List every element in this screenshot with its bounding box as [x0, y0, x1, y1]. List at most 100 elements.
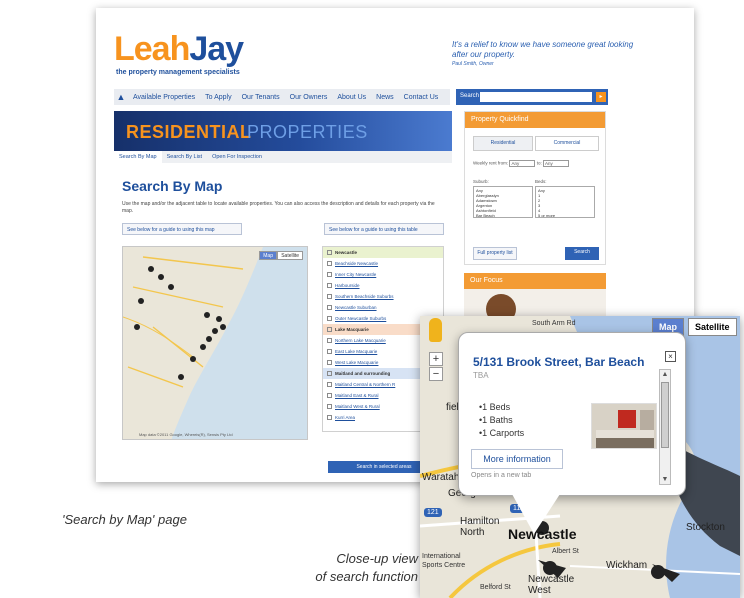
area-group-header[interactable]: Newcastle	[323, 247, 443, 258]
listbox-option[interactable]: 5 or more	[538, 213, 592, 218]
area-checkbox[interactable]	[327, 316, 332, 321]
scroll-down-arrow-icon[interactable]: ▼	[660, 476, 670, 483]
banner-title-light: PROPERTIES	[247, 122, 368, 142]
label-hamilton-north: Hamilton North	[460, 516, 500, 538]
nav-our-owners[interactable]: Our Owners	[285, 94, 333, 101]
area-checkbox[interactable]	[327, 283, 332, 288]
quickfind-tab-commercial[interactable]: Commercial	[535, 136, 599, 151]
more-information-button[interactable]: More information	[471, 449, 563, 469]
area-list-item[interactable]: Inner City Newcastle	[323, 269, 443, 280]
site-search-input[interactable]	[480, 92, 592, 102]
site-search-go-icon[interactable]: ▸	[596, 92, 606, 102]
area-checkbox[interactable]	[327, 415, 332, 420]
label-wickham: Wickham	[606, 560, 648, 571]
zoom-in-button[interactable]: +	[429, 352, 443, 366]
beds-label: Beds:	[535, 179, 547, 184]
feature-baths: 1 Baths	[479, 414, 524, 427]
site-header: LeahJay the property management speciali…	[96, 8, 694, 84]
logo-tagline: the property management specialists	[116, 69, 240, 76]
area-list-item[interactable]: Harbourside	[323, 280, 443, 291]
area-checkbox[interactable]	[327, 360, 332, 365]
site-search-label: Search	[460, 93, 480, 99]
nav-our-tenants[interactable]: Our Tenants	[237, 94, 285, 101]
page-title: Search By Map	[122, 178, 223, 194]
area-label: Northern Lake Macquarie	[335, 338, 386, 343]
label-newcastle-west: Newcastle West	[528, 574, 575, 596]
property-quickfind: Property Quickfind Residential Commercia…	[464, 111, 606, 265]
nav-available-properties[interactable]: Available Properties	[128, 94, 200, 101]
area-checkbox[interactable]	[327, 261, 332, 266]
rent-from-select[interactable]: Any	[509, 160, 536, 167]
kitchen-photo	[592, 404, 656, 448]
nav-contact-us[interactable]: Contact Us	[399, 94, 444, 101]
home-icon[interactable]: ▲	[114, 89, 128, 105]
area-checkbox[interactable]	[327, 371, 332, 376]
listbox-option[interactable]: Bar Beach	[476, 213, 530, 218]
area-checkbox[interactable]	[327, 338, 332, 343]
close-icon[interactable]: ×	[665, 351, 676, 362]
quickfind-search-button[interactable]: Search	[565, 247, 599, 260]
sub-tabs: Search By Map Search By List Open For In…	[114, 151, 452, 163]
guide-table-button[interactable]: See below for a guide to using this tabl…	[324, 223, 444, 235]
rent-row: Weekly rent from: Any to: Any	[473, 160, 569, 167]
area-checkbox[interactable]	[327, 404, 332, 409]
area-checkbox[interactable]	[327, 382, 332, 387]
property-info-popup: 5/131 Brook Street, Bar Beach TBA × 1 Be…	[458, 332, 686, 496]
logo[interactable]: LeahJay	[114, 32, 244, 66]
property-price: TBA	[473, 371, 489, 380]
label-albert-st: Albert St	[552, 548, 579, 555]
scroll-up-arrow-icon[interactable]: ▲	[660, 371, 670, 378]
tab-open-for-inspection[interactable]: Open For Inspection	[207, 151, 267, 163]
guide-map-button[interactable]: See below for a guide to using this map	[122, 223, 242, 235]
map-type-satellite-button[interactable]: Satellite	[277, 251, 303, 260]
search-map[interactable]: Map Satellite Map data ©2011 Google, Whe…	[122, 246, 308, 440]
area-label: Newcastle Suburban	[335, 305, 377, 310]
area-list-item[interactable]: Southern Beachside Suburbs	[323, 291, 443, 302]
testimonial-author: Paul Smith, Owner	[452, 61, 494, 67]
full-property-list-button[interactable]: Full property list	[473, 247, 517, 260]
nav-about-us[interactable]: About Us	[332, 94, 371, 101]
area-label: Beachside Newcastle	[335, 261, 379, 266]
popup-scrollbar[interactable]: ▲ ▼	[659, 369, 671, 485]
area-label: Kurri Area	[335, 415, 356, 420]
nav-to-apply[interactable]: To Apply	[200, 94, 236, 101]
closeup-map-type-satellite[interactable]: Satellite	[688, 318, 737, 336]
area-list-item[interactable]: Newcastle Suburban	[323, 302, 443, 313]
beds-listbox[interactable]: Any 1 2 3 4 5 or more	[535, 186, 595, 218]
map-land-shape	[123, 247, 263, 439]
label-stockton: Stockton	[686, 522, 725, 533]
area-label: Outer Newcastle Suburbs	[335, 316, 387, 321]
area-checkbox[interactable]	[327, 393, 332, 398]
zoom-out-button[interactable]: −	[429, 367, 443, 381]
rent-to-label: to:	[536, 160, 542, 166]
area-list-item[interactable]: Beachside Newcastle	[323, 258, 443, 269]
tab-search-by-list[interactable]: Search By List	[162, 151, 207, 163]
main-nav: ▲ Available Properties To Apply Our Tena…	[114, 89, 450, 105]
stage: LeahJay the property management speciali…	[0, 0, 744, 598]
scrollbar-thumb[interactable]	[661, 382, 669, 448]
area-label: Maitland East & Rural	[335, 393, 379, 398]
page-banner: RESIDENTIAL PROPERTIES	[114, 111, 452, 151]
suburb-listbox[interactable]: Any Aberglasslyn Adamstown Argenton Ashtonfi…	[473, 186, 533, 218]
opens-new-tab-note: Opens in a new tab	[471, 472, 532, 479]
rent-to-select[interactable]: Any	[543, 160, 569, 167]
area-label: Maitland West & Rural	[335, 404, 380, 409]
tab-search-by-map[interactable]: Search By Map	[114, 151, 162, 163]
property-address[interactable]: 5/131 Brook Street, Bar Beach	[473, 355, 644, 369]
area-checkbox[interactable]	[327, 294, 332, 299]
caption-closeup-line1: Close-up view	[336, 551, 418, 566]
area-checkbox[interactable]	[327, 272, 332, 277]
rent-label: Weekly rent from:	[473, 160, 509, 166]
area-checkbox[interactable]	[327, 305, 332, 310]
area-checkbox[interactable]	[327, 349, 332, 354]
caption-closeup-line2: of search function	[315, 569, 418, 584]
caption-closeup: Close-up view of search function	[262, 550, 418, 586]
area-checkbox[interactable]	[327, 327, 332, 332]
map-type-map-button[interactable]: Map	[259, 251, 277, 260]
area-checkbox[interactable]	[327, 250, 332, 255]
street-view-pegman-icon[interactable]	[429, 318, 442, 342]
quickfind-tab-residential[interactable]: Residential	[473, 136, 533, 151]
nav-news[interactable]: News	[371, 94, 399, 101]
property-photo[interactable]	[591, 403, 657, 449]
popup-pointer	[512, 494, 560, 534]
